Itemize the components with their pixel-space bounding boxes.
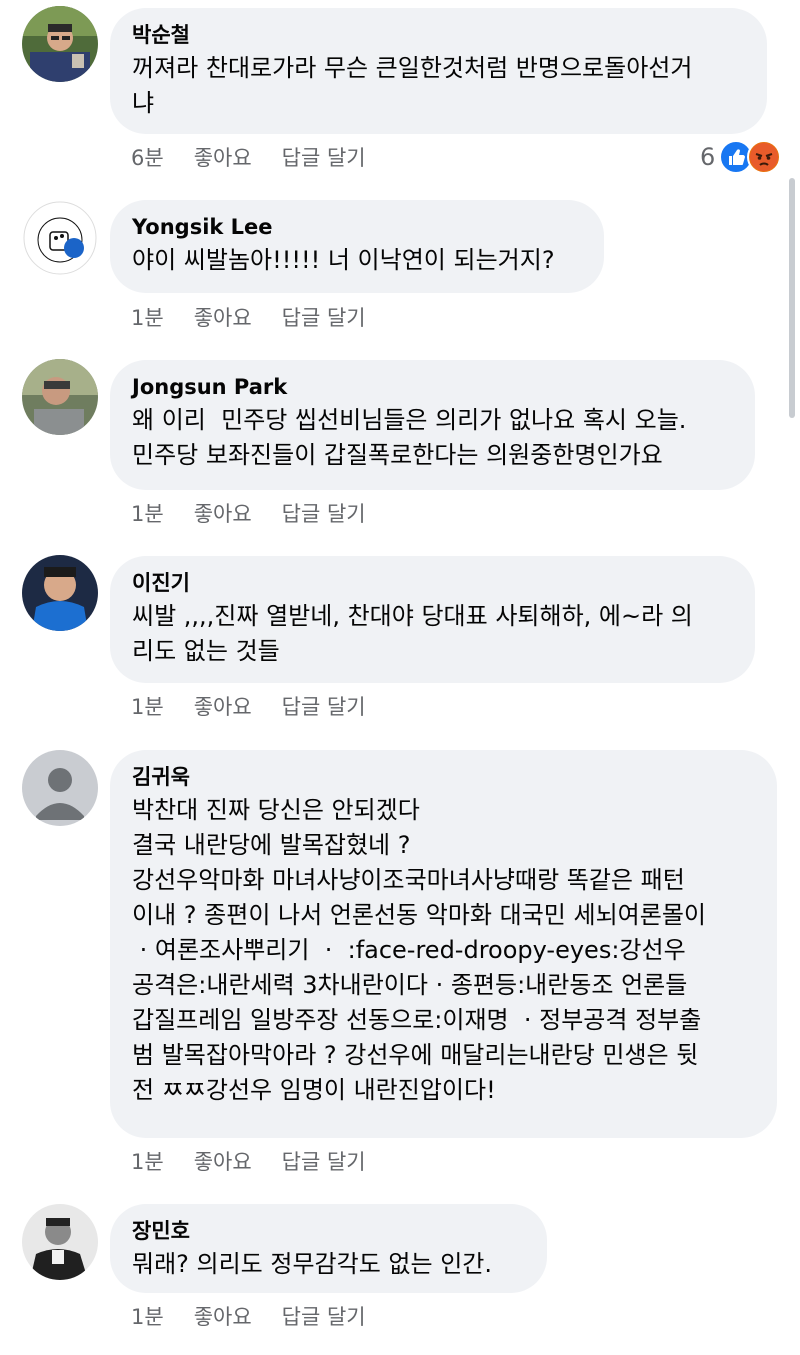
comment-author[interactable]: 장민호 [132, 1217, 523, 1245]
comment-text: 왜 이리 민주당 씹선비님들은 의리가 없나요 혹시 오늘. 민주당 보좌진들이… [132, 406, 687, 469]
comment-text: 씨발 ,,,,진짜 열받네, 찬대야 당대표 사퇴해하, 에~라 의 리도 없는… [132, 602, 693, 665]
like-button[interactable]: 좋아요 [194, 500, 252, 528]
page-scrollbar[interactable] [789, 178, 795, 418]
comment-time: 1분 [131, 1305, 164, 1329]
comment-bubble: Jongsun Park 왜 이리 민주당 씹선비님들은 의리가 없나요 혹시 … [110, 360, 755, 490]
avatar-photo-icon [22, 555, 98, 631]
comment-text: 야이 씨발놈아!!!!! 너 이낙연이 되는거지? [132, 246, 555, 274]
comment-bubble: 박순철 꺼져라 찬대로가라 무슨 큰일한것처럼 반명으로돌아선거 냐 [110, 8, 767, 134]
comment-actions: 1분 좋아요 답글 달기 [131, 304, 366, 332]
vaccine-badge-avatar-icon [22, 200, 98, 276]
comment-time: 6분 [131, 146, 164, 170]
avatar[interactable] [22, 359, 98, 435]
avatar[interactable] [22, 750, 98, 826]
like-button[interactable]: 좋아요 [194, 144, 252, 172]
comment-author[interactable]: 이진기 [132, 569, 731, 597]
like-button[interactable]: 좋아요 [194, 1303, 252, 1331]
default-avatar-icon [22, 750, 98, 826]
comment-text: 뭐래? 의리도 정무감각도 없는 인간. [132, 1250, 493, 1278]
avatar[interactable] [22, 200, 98, 276]
comment-author[interactable]: 김귀욱 [132, 763, 753, 791]
comment-actions: 1분 좋아요 답글 달기 [131, 500, 366, 528]
avatar[interactable] [22, 6, 98, 82]
like-button[interactable]: 좋아요 [194, 1148, 252, 1176]
reaction-count: 6 [700, 143, 716, 171]
comment-text: 박찬대 진짜 당신은 안되겠다 결국 내란당에 발목잡혔네 ? 강선우악마화 마… [132, 796, 706, 1104]
reply-button[interactable]: 답글 달기 [282, 1148, 366, 1176]
comment-text: 꺼져라 찬대로가라 무슨 큰일한것처럼 반명으로돌아선거 냐 [132, 54, 693, 117]
avatar-photo-icon [22, 359, 98, 435]
reply-button[interactable]: 답글 달기 [282, 144, 366, 172]
avatar[interactable] [22, 555, 98, 631]
avatar[interactable] [22, 1204, 98, 1280]
comment-actions: 1분 좋아요 답글 달기 [131, 1148, 366, 1176]
like-button[interactable]: 좋아요 [194, 693, 252, 721]
comment-time: 1분 [131, 1150, 164, 1174]
angry-reaction-icon [747, 140, 782, 174]
comment-author[interactable]: Yongsik Lee [132, 213, 580, 241]
reply-button[interactable]: 답글 달기 [282, 693, 366, 721]
avatar-photo-icon [22, 6, 98, 82]
comment-bubble: 이진기 씨발 ,,,,진짜 열받네, 찬대야 당대표 사퇴해하, 에~라 의 리… [110, 556, 755, 683]
comment-time: 1분 [131, 502, 164, 526]
comment-actions: 1분 좋아요 답글 달기 [131, 1303, 366, 1331]
reply-button[interactable]: 답글 달기 [282, 304, 366, 332]
comment-time: 1분 [131, 695, 164, 719]
comment-bubble: Yongsik Lee 야이 씨발놈아!!!!! 너 이낙연이 되는거지? [110, 200, 604, 293]
reply-button[interactable]: 답글 달기 [282, 500, 366, 528]
reaction-summary[interactable]: 6 [700, 140, 782, 174]
comment-bubble: 김귀욱 박찬대 진짜 당신은 안되겠다 결국 내란당에 발목잡혔네 ? 강선우악… [110, 750, 777, 1138]
comment-bubble: 장민호 뭐래? 의리도 정무감각도 없는 인간. [110, 1204, 547, 1293]
comment-time: 1분 [131, 306, 164, 330]
comment-actions: 6분 좋아요 답글 달기 [131, 144, 366, 172]
comment-author[interactable]: Jongsun Park [132, 373, 731, 401]
comment-author[interactable]: 박순철 [132, 21, 743, 49]
comment-actions: 1분 좋아요 답글 달기 [131, 693, 366, 721]
reply-button[interactable]: 답글 달기 [282, 1303, 366, 1331]
like-button[interactable]: 좋아요 [194, 304, 252, 332]
avatar-photo-icon [22, 1204, 98, 1280]
